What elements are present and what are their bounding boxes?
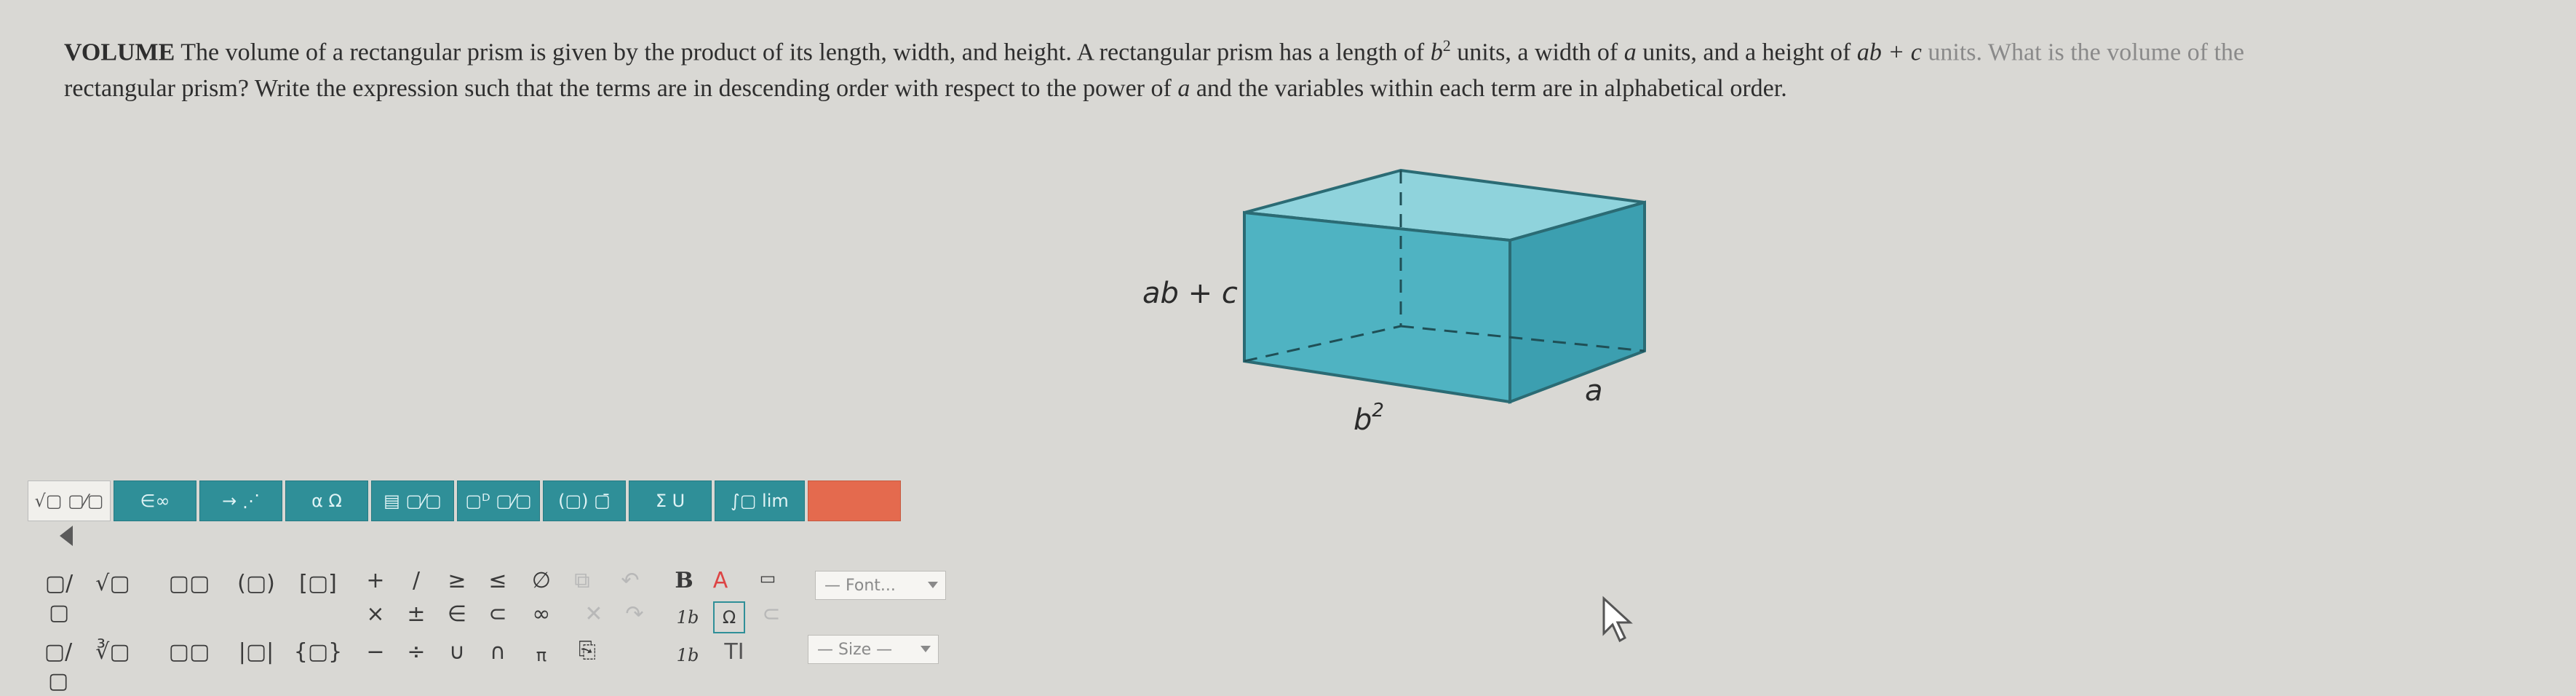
- bold-button[interactable]: B: [669, 566, 699, 596]
- clear-icon[interactable]: ✕: [579, 600, 608, 629]
- divide-button[interactable]: ÷: [402, 638, 431, 667]
- tab-scripts[interactable]: ▢ᴰ ▢⁄▢: [457, 481, 540, 521]
- link-icon[interactable]: ⊂: [757, 600, 786, 629]
- square-brackets-button[interactable]: [▢]: [293, 569, 343, 598]
- prism-svg: ab + c b2 a: [1142, 168, 1646, 437]
- tab-greek[interactable]: α Ω: [285, 481, 368, 521]
- width-label: a: [1585, 374, 1603, 408]
- chevron-down-icon: [928, 582, 938, 588]
- copy-icon[interactable]: ⧉: [568, 566, 597, 596]
- greater-equal-button[interactable]: ≥: [442, 566, 472, 596]
- plus-minus-button[interactable]: ±: [402, 600, 431, 629]
- prism-front-face: [1243, 210, 1511, 404]
- empty-set-button[interactable]: ∅: [527, 566, 556, 596]
- element-of-button[interactable]: ∈: [442, 600, 472, 629]
- cube-root-button[interactable]: ∛▢: [87, 638, 138, 667]
- rectangular-prism-figure: ab + c b2 a: [1113, 160, 1666, 437]
- undo-icon[interactable]: ↶: [616, 566, 645, 596]
- equation-editor-tabs: √▢ ▢⁄▢ ∈∞ → ⋰ α Ω ▤ ▢⁄▢ ▢ᴰ ▢⁄▢ (▢) ▢̄ Σ …: [28, 481, 901, 521]
- tab-brackets[interactable]: (▢) ▢̄: [543, 481, 626, 521]
- tab-arrows[interactable]: → ⋰: [199, 481, 282, 521]
- mouse-cursor-icon: [1602, 596, 1633, 643]
- absolute-value-button[interactable]: |▢|: [234, 638, 278, 667]
- tab-extra[interactable]: [808, 481, 901, 521]
- plus-button[interactable]: +: [361, 566, 390, 596]
- size-dropdown[interactable]: — Size —: [808, 635, 939, 664]
- tab-matrix[interactable]: ▤ ▢⁄▢: [371, 481, 454, 521]
- less-equal-button[interactable]: ≤: [483, 566, 512, 596]
- slash-button[interactable]: /: [402, 566, 431, 596]
- font-dropdown[interactable]: — Font...: [815, 571, 946, 600]
- question-lead: VOLUME: [64, 39, 175, 66]
- insert-icon[interactable]: ▭: [750, 563, 786, 593]
- fraction-button[interactable]: ▢/▢: [41, 569, 77, 628]
- times-button[interactable]: ×: [361, 600, 390, 629]
- pi-button[interactable]: π: [527, 641, 556, 670]
- question-text: VOLUME The volume of a rectangular prism…: [64, 36, 2245, 103]
- height-label: ab + c: [1142, 277, 1238, 310]
- symbol-palette: ▢/▢ √▢ ▢▢ (▢) [▢] + / ≥ ≤ ∅ ⧉ ↶ B A ▭ — …: [29, 559, 946, 694]
- font-size-button-2[interactable]: 1b: [669, 641, 706, 670]
- intersection-button[interactable]: ∩: [483, 638, 512, 667]
- special-char-icon[interactable]: Ω: [713, 601, 745, 633]
- minus-button[interactable]: −: [361, 638, 390, 667]
- union-button[interactable]: ∪: [442, 638, 472, 667]
- redo-icon[interactable]: ↷: [620, 600, 649, 629]
- subset-button[interactable]: ⊂: [483, 600, 512, 629]
- infinity-button[interactable]: ∞: [527, 600, 556, 629]
- tab-calculus[interactable]: ∫▢ lim: [715, 481, 805, 521]
- length-label: b2: [1353, 400, 1384, 437]
- subscript-button[interactable]: ▢▢: [167, 638, 211, 667]
- superscript-button[interactable]: ▢▢: [167, 569, 211, 598]
- tab-radicals[interactable]: √▢ ▢⁄▢: [28, 481, 111, 521]
- parentheses-button[interactable]: (▢): [234, 569, 278, 598]
- braces-button[interactable]: {▢}: [293, 638, 343, 667]
- text-tool-button[interactable]: TI: [716, 638, 752, 667]
- tab-sets[interactable]: ∈∞: [114, 481, 196, 521]
- mixed-fraction-button[interactable]: ▢/▢: [36, 638, 80, 696]
- text-color-icon[interactable]: A: [706, 566, 735, 596]
- font-size-button[interactable]: 1b: [669, 603, 706, 632]
- collapse-arrow-icon[interactable]: [60, 526, 73, 546]
- tab-sums[interactable]: Σ U: [629, 481, 712, 521]
- chevron-down-icon: [921, 646, 931, 652]
- paste-icon[interactable]: ⎘: [569, 636, 605, 665]
- square-root-button[interactable]: √▢: [87, 569, 138, 598]
